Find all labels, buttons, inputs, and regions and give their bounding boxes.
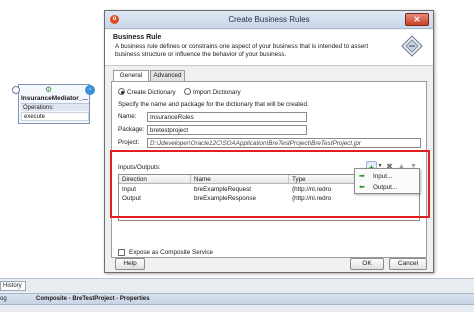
component-connector-handle[interactable]	[12, 86, 20, 94]
log-tab[interactable]: og	[0, 295, 7, 304]
project-row: Project:	[118, 138, 421, 148]
tab-advanced[interactable]: Advanced	[150, 70, 185, 81]
bottom-panel: History og Composite - BreTestProject - …	[0, 278, 474, 312]
row-name: breExampleRequest	[194, 186, 252, 193]
row-type: {http://nl.redro	[292, 186, 332, 193]
add-popup-menu: ➡ Input... ⬅ Output...	[354, 168, 420, 194]
expose-service-checkbox[interactable]	[118, 249, 125, 256]
row-direction: Output	[122, 195, 141, 202]
row-type: {http://nl.redro	[292, 195, 332, 202]
output-arrow-icon: ⬅	[359, 184, 365, 191]
menu-item-input[interactable]: ➡ Input...	[355, 171, 419, 182]
business-rule-icon	[401, 35, 423, 57]
radio-selected-icon	[118, 88, 125, 95]
column-name[interactable]: Name	[191, 175, 289, 184]
dialog-title: Create Business Rules	[228, 15, 310, 24]
cancel-button[interactable]: Cancel	[389, 258, 427, 270]
column-direction[interactable]: Direction	[119, 175, 191, 184]
mediator-component[interactable]: ⚙ › InsuranceMediator_... Operations: ex…	[12, 84, 95, 124]
close-button[interactable]: ✕	[405, 13, 429, 26]
name-input[interactable]	[147, 112, 307, 122]
properties-title: Composite - BreTestProject - Properties	[36, 296, 150, 302]
package-input[interactable]	[147, 125, 307, 135]
properties-strip: og Composite - BreTestProject - Properti…	[0, 293, 474, 305]
create-dictionary-label: Create Dictionary	[127, 89, 176, 96]
row-name: breExampleResponse	[194, 195, 256, 202]
expose-service-label: Expose as Composite Service	[129, 249, 213, 256]
project-label: Project:	[118, 139, 140, 146]
package-label: Package:	[118, 126, 145, 133]
history-tab[interactable]: History	[0, 281, 26, 291]
dictionary-mode-group: Create Dictionary Import Dictionary	[118, 88, 418, 97]
input-arrow-icon: ➡	[359, 173, 365, 180]
dictionary-instruction: Specify the name and package for the dic…	[118, 101, 309, 108]
name-row: Name:	[118, 112, 418, 122]
menu-item-input-label: Input...	[373, 173, 393, 180]
operation-item[interactable]: execute	[21, 112, 89, 121]
project-input[interactable]	[147, 138, 421, 148]
package-row: Package:	[118, 125, 418, 135]
help-button[interactable]: Help	[115, 258, 145, 270]
radio-unselected-icon	[184, 88, 191, 95]
dialog-header: Business Rule A business rule defines or…	[105, 30, 433, 66]
operations-label: Operations:	[21, 103, 89, 111]
mediator-gear-icon: ⚙	[45, 85, 53, 94]
table-row[interactable]: Output breExampleResponse {http://nl.red…	[119, 194, 419, 203]
inputs-outputs-label: Inputs/Outputs:	[118, 164, 161, 171]
menu-item-output[interactable]: ⬅ Output...	[355, 182, 419, 193]
import-dictionary-radio[interactable]: Import Dictionary	[184, 88, 241, 97]
create-dictionary-radio[interactable]: Create Dictionary	[118, 88, 176, 97]
create-business-rules-dialog: o Create Business Rules ✕ Business Rule …	[104, 10, 434, 273]
header-description: A business rule defines or constrains on…	[115, 43, 369, 58]
menu-item-output-label: Output...	[373, 184, 398, 191]
import-dictionary-label: Import Dictionary	[193, 89, 241, 96]
name-label: Name:	[118, 113, 137, 120]
component-title: InsuranceMediator_...	[21, 95, 88, 102]
ok-button[interactable]: OK	[350, 258, 384, 270]
row-direction: Input	[122, 186, 137, 193]
dialog-titlebar[interactable]: o Create Business Rules ✕	[105, 11, 433, 29]
component-arrow-icon[interactable]: ›	[85, 85, 95, 95]
header-title: Business Rule	[113, 34, 162, 41]
